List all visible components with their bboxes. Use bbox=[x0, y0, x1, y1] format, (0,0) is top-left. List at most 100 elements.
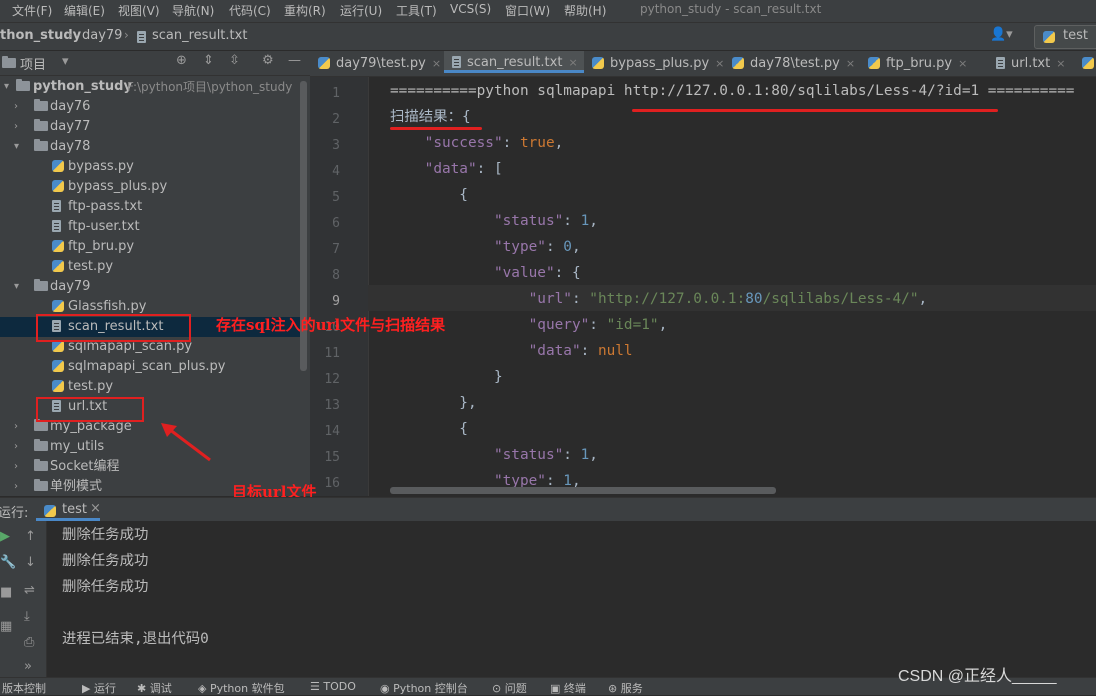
tree-item[interactable]: ftp_bru.py bbox=[0, 237, 300, 257]
run-config-selector[interactable]: test bbox=[1034, 25, 1096, 49]
editor-tab-label: day79\test.py bbox=[336, 56, 426, 71]
menu-tools[interactable]: 工具(T) bbox=[396, 2, 437, 19]
line-number: 6 bbox=[332, 216, 340, 231]
chevron-down-icon[interactable]: ▾ bbox=[14, 277, 19, 297]
tree-item[interactable]: › Socket编程 bbox=[0, 457, 300, 477]
close-icon[interactable]: × bbox=[1056, 57, 1065, 70]
tree-root[interactable]: ▾ python_study F:\python项目\python_study bbox=[0, 77, 300, 97]
python-file-icon bbox=[1082, 57, 1094, 69]
code-line: "url": "http://127.0.0.1:80/sqlilabs/Les… bbox=[528, 291, 928, 307]
menu-view[interactable]: 视图(V) bbox=[118, 2, 160, 19]
editor-tab[interactable]: day78\test.py × bbox=[724, 51, 860, 76]
layout-icon[interactable]: ▦ bbox=[0, 619, 12, 634]
arrow-down-icon[interactable]: ↓ bbox=[25, 555, 36, 570]
chevron-right-icon[interactable]: › bbox=[14, 117, 18, 137]
menu-help[interactable]: 帮助(H) bbox=[564, 2, 606, 19]
menu-edit[interactable]: 编辑(E) bbox=[64, 2, 105, 19]
chevron-down-icon[interactable]: ▾ bbox=[14, 137, 19, 157]
line-number: 2 bbox=[332, 112, 340, 127]
run-tab-test[interactable]: test bbox=[62, 502, 87, 517]
minimize-icon[interactable]: — bbox=[288, 53, 301, 68]
gear-icon[interactable]: ⚙ bbox=[262, 53, 274, 68]
tree-item-label: Socket编程 bbox=[50, 459, 120, 474]
breadcrumb-file[interactable]: scan_result.txt bbox=[152, 28, 247, 43]
close-icon[interactable]: × bbox=[958, 57, 967, 70]
editor-tab[interactable]: bypass_plus.py × bbox=[584, 51, 724, 76]
editor-tabs: day79\test.py × scan_result.txt × bypass_plu… bbox=[310, 51, 1096, 77]
tree-item[interactable]: › day76 bbox=[0, 97, 300, 117]
editor-tab[interactable]: day79\test.py × bbox=[310, 51, 444, 76]
user-icon[interactable]: 👤▾ bbox=[990, 27, 1013, 42]
menu-refactor[interactable]: 重构(R) bbox=[284, 2, 326, 19]
chevron-right-icon[interactable]: › bbox=[14, 477, 18, 497]
breadcrumb-folder[interactable]: day79 bbox=[82, 28, 122, 43]
folder-icon bbox=[34, 277, 48, 297]
project-panel-title[interactable]: 项目 bbox=[20, 54, 46, 73]
more-icon[interactable]: » bbox=[24, 659, 32, 674]
line-number: 9 bbox=[332, 294, 340, 309]
chevron-right-icon[interactable]: › bbox=[14, 97, 18, 117]
arrow-up-icon[interactable]: ↑ bbox=[25, 529, 36, 544]
python-file-icon bbox=[52, 177, 64, 197]
editor-panel: day79\test.py × scan_result.txt × bypass_plu… bbox=[310, 51, 1096, 496]
menu-vcs[interactable]: VCS(S) bbox=[450, 2, 491, 16]
chevron-right-icon[interactable]: › bbox=[14, 437, 18, 457]
tree-item[interactable]: sqlmapapi_scan_plus.py bbox=[0, 357, 300, 377]
menu-file[interactable]: 文件(F) bbox=[12, 2, 52, 19]
expand-all-icon[interactable]: ⇕ bbox=[203, 53, 214, 68]
tree-item[interactable]: › day77 bbox=[0, 117, 300, 137]
menu-code[interactable]: 代码(C) bbox=[229, 2, 271, 19]
menu-run[interactable]: 运行(U) bbox=[340, 2, 382, 19]
text-file-icon bbox=[996, 57, 1005, 69]
chevron-right-icon[interactable]: › bbox=[14, 417, 18, 437]
code-line: ==========python sqlmapapi http://127.0.… bbox=[390, 83, 1075, 99]
close-icon[interactable]: × bbox=[715, 57, 724, 70]
tree-item[interactable]: ftp-pass.txt bbox=[0, 197, 300, 217]
locate-icon[interactable]: ⊕ bbox=[176, 53, 187, 68]
chevron-right-icon[interactable]: › bbox=[14, 457, 18, 477]
python-file-icon bbox=[592, 57, 604, 69]
tool-services-label: 服务 bbox=[620, 682, 643, 695]
editor-tab[interactable]: sc bbox=[1074, 51, 1096, 76]
editor-horizontal-scrollbar[interactable] bbox=[390, 487, 776, 494]
output-line: 删除任务成功 bbox=[62, 527, 149, 543]
code-line: "status": 1, bbox=[493, 447, 598, 463]
rerun-icon[interactable]: ▶ bbox=[0, 529, 10, 544]
folder-icon bbox=[34, 117, 48, 137]
wrench-icon[interactable]: 🔧 bbox=[0, 555, 16, 570]
menu-window[interactable]: 窗口(W) bbox=[505, 2, 550, 19]
close-icon[interactable]: × bbox=[90, 501, 101, 516]
editor-tab[interactable]: ftp_bru.py × bbox=[860, 51, 988, 76]
tree-item[interactable]: test.py bbox=[0, 257, 300, 277]
tree-item-label: day77 bbox=[50, 119, 91, 134]
tree-item[interactable]: ▾ day79 bbox=[0, 277, 300, 297]
close-icon[interactable]: × bbox=[568, 56, 577, 69]
tree-item[interactable]: ▾ day78 bbox=[0, 137, 300, 157]
tree-item[interactable]: ftp-user.txt bbox=[0, 217, 300, 237]
close-icon[interactable]: × bbox=[432, 57, 441, 70]
dropdown-icon[interactable]: ▾ bbox=[62, 54, 69, 69]
code-line: "status": 1, bbox=[493, 213, 598, 229]
soft-wrap-icon[interactable]: ⇌ bbox=[24, 583, 35, 598]
code-line: 扫描结果：{ bbox=[390, 109, 471, 125]
editor-tab[interactable]: scan_result.txt × bbox=[444, 51, 584, 73]
tool-todo[interactable]: ☰ TODO bbox=[310, 680, 356, 693]
close-icon[interactable]: × bbox=[846, 57, 855, 70]
python-icon bbox=[44, 504, 56, 519]
editor-tab-label: url.txt bbox=[1011, 56, 1051, 71]
scroll-to-end-icon[interactable]: ⤓ bbox=[24, 609, 30, 624]
tree-item[interactable]: test.py bbox=[0, 377, 300, 397]
tree-item-label: my_utils bbox=[50, 439, 105, 454]
tree-item[interactable]: bypass.py bbox=[0, 157, 300, 177]
print-icon[interactable]: ⎙ bbox=[24, 635, 34, 650]
chevron-right-icon: › bbox=[68, 28, 73, 42]
tree-item[interactable]: › my_utils bbox=[0, 437, 300, 457]
menu-navigate[interactable]: 导航(N) bbox=[172, 2, 214, 19]
stop-icon[interactable]: ■ bbox=[0, 585, 12, 600]
python-file-icon bbox=[52, 357, 64, 377]
run-side-toolbar: ▶ 🔧 ■ ▦ bbox=[0, 521, 16, 677]
tree-item[interactable]: bypass_plus.py bbox=[0, 177, 300, 197]
tree-item-label: ftp_bru.py bbox=[68, 239, 135, 254]
collapse-all-icon[interactable]: ⇳ bbox=[229, 53, 240, 68]
editor-tab[interactable]: url.txt × bbox=[988, 51, 1074, 76]
